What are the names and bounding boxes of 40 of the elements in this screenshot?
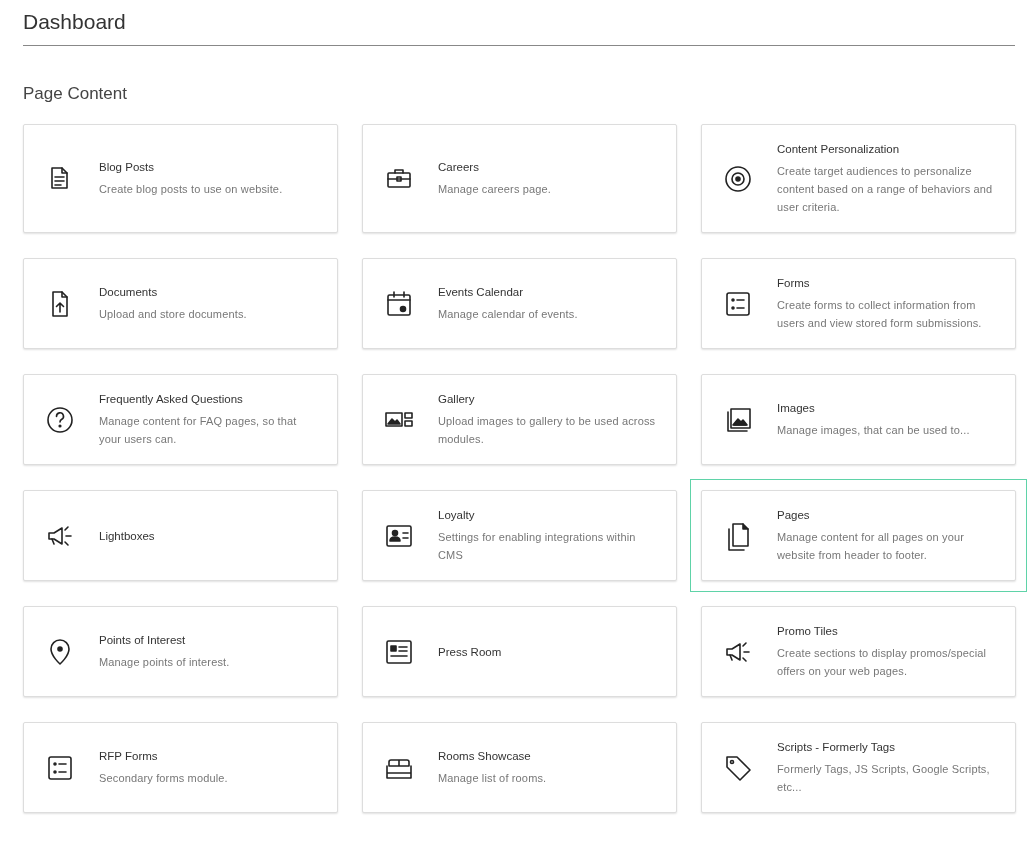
card-title: Gallery — [438, 392, 476, 407]
card-description: Manage content for all pages on your website from header to footer. — [777, 530, 966, 563]
card-title: Points of Interest — [99, 633, 187, 648]
card-title: Promo Tiles — [777, 624, 839, 639]
card-title: Documents — [99, 285, 159, 300]
calendar-icon — [384, 288, 414, 319]
card-title: Loyalty — [438, 508, 476, 523]
card-title: Frequently Asked Questions — [99, 392, 244, 407]
card-description: Manage points of interest. — [99, 655, 230, 670]
question-icon — [45, 404, 75, 435]
card-title: Forms — [777, 276, 811, 291]
card-title: Rooms Showcase — [438, 749, 532, 764]
card-description: Formerly Tags, JS Scripts, Google Scripts, etc... — [777, 762, 991, 795]
card-description: Create blog posts to use on website. — [99, 182, 283, 197]
card-title: Blog Posts — [99, 160, 155, 175]
card-title: Scripts - Formerly Tags — [777, 740, 896, 755]
card-description: Upload images to gallery to be used across modules. — [438, 414, 656, 447]
card-title: Lightboxes — [99, 528, 155, 544]
target-icon — [723, 163, 753, 194]
card-description: Manage images, that can be used to... — [777, 423, 970, 438]
card-title: Careers — [438, 160, 480, 175]
card-title: Press Room — [438, 644, 502, 660]
section-title: Page Content — [23, 84, 128, 104]
card-title: RFP Forms — [99, 749, 159, 764]
card-description: Create target audiences to personalize content based on a range of behaviors and user criteria. — [777, 164, 994, 215]
card-description: Manage calendar of events. — [438, 307, 578, 322]
card-description: Secondary forms module. — [99, 771, 228, 786]
page-title: Dashboard — [23, 8, 1015, 46]
card-title: Pages — [777, 508, 811, 523]
card-title: Images — [777, 401, 816, 416]
card-title: Content Personalization — [777, 142, 901, 157]
card-description: Manage careers page. — [438, 182, 552, 197]
card-description: Manage content for FAQ pages, so that your users can. — [99, 414, 298, 447]
module-card[interactable]: Pages Manage content for all pages on your website from header to footer. — [690, 479, 1027, 592]
card-title: Events Calendar — [438, 285, 525, 300]
card-description: Create forms to collect information from users and view stored form submissions. — [777, 298, 983, 331]
card-description: Create sections to display promos/special offers on your web pages. — [777, 646, 988, 679]
card-description: Upload and store documents. — [99, 307, 247, 322]
card-description: Settings for enabling integrations within CMS — [438, 530, 637, 563]
card-description: Manage list of rooms. — [438, 771, 547, 786]
